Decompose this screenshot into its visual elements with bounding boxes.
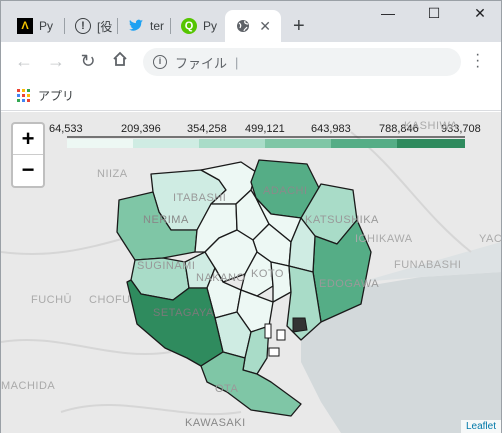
tab-2-label: [役 — [97, 19, 113, 34]
tab-4-label: Py — [203, 19, 218, 33]
map-label: ADACHI — [263, 185, 308, 197]
tab-4[interactable]: Q Py — [171, 10, 225, 42]
browser-window: Λ Py ! [役 ter Q Py ✕ + — ☐ ✕ ← → ↻ i ファイ… — [0, 0, 502, 433]
tab-5-active[interactable]: ✕ — [225, 10, 281, 42]
globe-icon — [235, 18, 251, 34]
leaflet-attribution-link[interactable]: Leaflet — [460, 420, 501, 433]
map-label: MACHIDA — [1, 380, 56, 392]
back-arrow-icon[interactable]: ← — [13, 50, 35, 72]
maximize-button[interactable]: ☐ — [411, 5, 457, 22]
address-bar[interactable]: i ファイル | — [143, 48, 461, 76]
map-label: KAWASAKI — [185, 417, 246, 429]
close-tab-icon[interactable]: ✕ — [259, 18, 271, 35]
legend-bin-2 — [133, 139, 199, 148]
map-label: ITABASHI — [173, 192, 227, 204]
legend-bin-1 — [67, 139, 133, 148]
twitter-icon — [128, 18, 144, 34]
tab-strip: Λ Py ! [役 ter Q Py ✕ + — ☐ ✕ — [1, 1, 501, 42]
map-label: KASHIWA — [404, 120, 458, 132]
map-label: NIIZA — [97, 168, 128, 180]
legend-bin-3 — [199, 139, 265, 148]
legend-bin-6 — [397, 139, 465, 148]
zoom-in-button[interactable]: + — [13, 124, 43, 155]
map-label: FUNABASHI — [394, 259, 462, 271]
map-label: CHOFU — [89, 294, 131, 306]
bookmarks-bar: アプリ — [1, 80, 501, 111]
tab-1[interactable]: Λ Py — [7, 10, 65, 42]
app-logo-icon: Λ — [17, 18, 33, 34]
info-icon[interactable]: i — [153, 55, 167, 69]
zoom-control: + − — [11, 122, 45, 188]
legend-bin-4 — [265, 139, 331, 148]
legend-tick-5: 643,983 — [311, 123, 351, 135]
map-label: KOTO — [251, 268, 284, 280]
home-icon[interactable] — [109, 50, 131, 72]
map-label: KATSUSHIKA — [305, 214, 379, 226]
legend-tick-2: 209,396 — [121, 123, 161, 135]
map-label: EDOGAWA — [319, 278, 380, 290]
map-label: SUGINAMI — [137, 260, 196, 272]
map-label: SETAGAYA — [153, 307, 214, 319]
map-label: YACHI — [479, 233, 501, 245]
map-label: NERIMA — [143, 214, 189, 226]
tab-2[interactable]: ! [役 — [65, 10, 118, 42]
qiita-icon: Q — [181, 18, 197, 34]
leaflet-map[interactable]: 64,533 209,396 354,258 499,121 643,983 7… — [1, 112, 501, 433]
address-prefix: ファイル — [175, 55, 228, 71]
tab-1-label: Py — [39, 19, 54, 33]
forward-arrow-icon[interactable]: → — [45, 50, 67, 72]
info-circle-icon: ! — [75, 18, 91, 34]
reload-icon[interactable]: ↻ — [77, 50, 99, 72]
new-tab-button[interactable]: + — [293, 15, 305, 38]
legend-tick-3: 354,258 — [187, 123, 227, 135]
legend-bin-5 — [331, 139, 397, 148]
close-window-button[interactable]: ✕ — [457, 5, 502, 22]
minimize-button[interactable]: — — [365, 5, 411, 21]
map-label: NAKANO — [196, 272, 246, 284]
legend-tick-1: 64,533 — [49, 123, 83, 135]
map-label: FUCHŪ — [31, 294, 72, 306]
menu-kebab-icon[interactable]: · · · — [475, 47, 480, 75]
map-label: OTA — [215, 383, 239, 395]
legend-tick-4: 499,121 — [245, 123, 285, 135]
zoom-out-button[interactable]: − — [13, 155, 43, 186]
tab-3-label: ter — [150, 19, 165, 33]
apps-grid-icon[interactable] — [17, 88, 30, 102]
browser-toolbar: ← → ↻ i ファイル | · · · — [1, 42, 501, 80]
map-label: ICHIKAWA — [355, 233, 413, 245]
tab-3[interactable]: ter — [118, 10, 171, 42]
apps-label[interactable]: アプリ — [38, 87, 74, 104]
